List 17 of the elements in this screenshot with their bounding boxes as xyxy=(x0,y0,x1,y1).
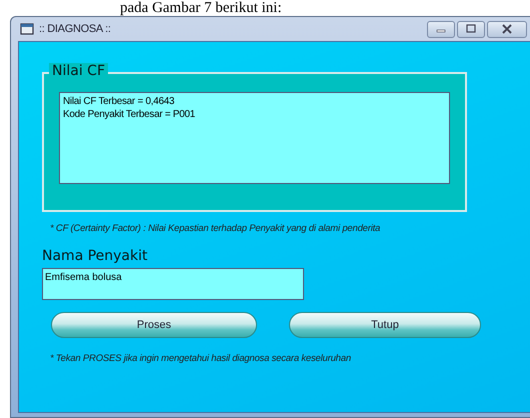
disease-field[interactable]: Emfisema bolusa xyxy=(42,268,304,300)
document-text: pada Gambar 7 berikut ini: xyxy=(119,0,283,16)
window-icon xyxy=(20,23,34,35)
action-button[interactable]: Tutup xyxy=(289,312,481,338)
cf-note: * CF (Certainty Factor) : Nilai Kepastian terhadap Penyakit yang di alami penderita xyxy=(50,222,382,236)
result-line: Nilai CF Terbesar = 0,4643 xyxy=(63,95,176,108)
result-line: Kode Penyakit Terbesar = P001 xyxy=(63,108,196,121)
maximize-button[interactable] xyxy=(457,20,485,38)
action-button[interactable]: Proses xyxy=(51,312,257,338)
result-list[interactable]: Nilai CF Terbesar = 0,4643 Kode Penyakit Terbesar = P001 xyxy=(59,92,450,184)
disease-label: Nama Penyakit xyxy=(42,248,148,264)
footer-note: * Tekan PROSES jika ingin mengetahui hasil diagnosa secara keseluruhan xyxy=(50,352,352,366)
close-icon xyxy=(501,24,513,34)
maximize-icon xyxy=(465,24,477,34)
minimize-button[interactable] xyxy=(427,20,455,38)
window-title: :: DIAGNOSA :: xyxy=(39,23,111,35)
close-button[interactable] xyxy=(487,20,527,38)
